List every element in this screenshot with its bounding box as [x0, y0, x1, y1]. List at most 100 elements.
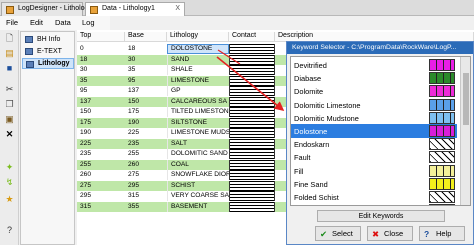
cell-base[interactable]: 225	[125, 128, 167, 138]
cell-contact[interactable]	[229, 117, 275, 128]
cell-contact[interactable]	[229, 159, 275, 170]
close-tab-icon[interactable]: X	[175, 5, 180, 12]
keyword-item[interactable]: Diabase	[291, 71, 457, 85]
cell-lithology[interactable]: COAL	[167, 159, 229, 170]
open-folder-icon[interactable]: ▤	[4, 48, 15, 59]
cell-lithology[interactable]: GP	[167, 86, 229, 96]
run-icon[interactable]: ★	[4, 194, 15, 205]
cell-top[interactable]: 295	[77, 191, 125, 201]
cell-lithology[interactable]: LIMESTONE MUDS	[167, 128, 229, 138]
cell-lithology[interactable]: SNOWFLAKE DIORI	[167, 170, 229, 180]
keyword-item[interactable]: Dolomitic Mudstone	[291, 111, 457, 125]
keyword-item[interactable]: Galena	[291, 203, 457, 205]
cell-base[interactable]: 137	[125, 86, 167, 96]
cell-top[interactable]: 30	[77, 65, 125, 75]
keyword-item[interactable]: Fill	[291, 164, 457, 178]
cell-top[interactable]: 190	[77, 128, 125, 138]
cell-lithology[interactable]: VERY COARSE SA	[167, 191, 229, 201]
keyword-item[interactable]: Fault	[291, 150, 457, 164]
cell-contact[interactable]	[229, 65, 275, 75]
cell-base[interactable]: 295	[125, 181, 167, 191]
cell-base[interactable]: 190	[125, 118, 167, 128]
keyword-list-scrollbar[interactable]	[460, 57, 470, 205]
cell-base[interactable]: 18	[125, 44, 167, 54]
cell-contact[interactable]	[229, 75, 275, 86]
help-button[interactable]: ? Help	[419, 226, 465, 241]
cell-base[interactable]: 355	[125, 202, 167, 212]
save-icon[interactable]: ■	[4, 63, 15, 74]
cell-base[interactable]: 260	[125, 160, 167, 170]
menu-file[interactable]: File	[6, 18, 18, 27]
menu-log[interactable]: Log	[82, 18, 95, 27]
cell-top[interactable]: 35	[77, 76, 125, 86]
cell-base[interactable]: 255	[125, 149, 167, 159]
edit-keywords-button[interactable]: Edit Keywords	[317, 210, 445, 222]
cell-contact[interactable]	[229, 180, 275, 191]
cell-top[interactable]: 255	[77, 160, 125, 170]
close-button[interactable]: ✖ Close	[367, 226, 413, 241]
cell-lithology[interactable]: SAND	[167, 54, 229, 65]
select-button[interactable]: ✔ Select	[315, 226, 361, 241]
keyword-item[interactable]: Folded Schist	[291, 190, 457, 204]
paste-icon[interactable]: ▣	[4, 114, 15, 125]
copy-icon[interactable]: ❐	[4, 99, 15, 110]
cell-lithology[interactable]: SHALE	[167, 65, 229, 75]
keyword-item[interactable]: Dolomitic Limestone	[291, 98, 457, 112]
sidebar-item-bh-info[interactable]: BH Info	[22, 34, 74, 45]
cell-base[interactable]: 150	[125, 97, 167, 107]
column-header-top[interactable]: Top	[77, 32, 125, 42]
cell-contact[interactable]	[229, 201, 275, 212]
cell-contact[interactable]	[229, 86, 275, 96]
tab-logdesigner[interactable]: LogDesigner - Lithology1	[1, 2, 96, 16]
scrollbar-thumb[interactable]	[463, 73, 469, 125]
cell-top[interactable]: 260	[77, 170, 125, 180]
cell-contact[interactable]	[229, 54, 275, 65]
column-header-base[interactable]: Base	[125, 32, 167, 42]
help-icon[interactable]: ?	[4, 225, 15, 236]
cell-contact[interactable]	[229, 138, 275, 149]
lightning-icon[interactable]: ↯	[4, 177, 15, 188]
cell-top[interactable]: 235	[77, 149, 125, 159]
cell-top[interactable]: 18	[77, 55, 125, 65]
keyword-list[interactable]: Devitrified Diabase Dolomite Dolomitic Lime…	[290, 56, 471, 206]
cell-top[interactable]: 150	[77, 107, 125, 117]
cell-contact[interactable]	[229, 191, 275, 201]
cell-lithology[interactable]: LIMESTONE	[167, 75, 229, 86]
cell-lithology[interactable]: SILTSTONE	[167, 117, 229, 128]
sidebar-item-lithology[interactable]: Lithology	[22, 58, 74, 69]
cell-contact[interactable]	[229, 107, 275, 117]
cut-icon[interactable]: ✂	[4, 84, 15, 95]
cell-lithology[interactable]: SCHIST	[167, 180, 229, 191]
cell-top[interactable]: 315	[77, 202, 125, 212]
cell-contact[interactable]	[229, 170, 275, 180]
menu-edit[interactable]: Edit	[30, 18, 43, 27]
cell-base[interactable]: 175	[125, 107, 167, 117]
cell-base[interactable]: 35	[125, 65, 167, 75]
keyword-item[interactable]: Devitrified	[291, 58, 457, 72]
menu-data[interactable]: Data	[55, 18, 71, 27]
sidebar-item-e-text[interactable]: E-TEXT	[22, 46, 74, 57]
keyword-item[interactable]: Fine Sand	[291, 177, 457, 191]
cell-base[interactable]: 95	[125, 76, 167, 86]
cell-top[interactable]: 275	[77, 181, 125, 191]
delete-icon[interactable]: ✕	[4, 129, 15, 140]
cell-contact[interactable]	[229, 96, 275, 107]
cell-lithology[interactable]: TILTED LIMESTON	[167, 107, 229, 117]
wizard-icon[interactable]: ✦	[4, 162, 15, 173]
new-file-icon[interactable]: 🗋	[4, 33, 15, 44]
cell-top[interactable]: 0	[77, 44, 125, 54]
keyword-item[interactable]: Dolomite	[291, 84, 457, 98]
keyword-item[interactable]: Endoskarn	[291, 137, 457, 151]
cell-base[interactable]: 30	[125, 55, 167, 65]
cell-top[interactable]: 137	[77, 97, 125, 107]
cell-top[interactable]: 95	[77, 86, 125, 96]
cell-lithology[interactable]: DOLOMITIC SAND	[167, 149, 229, 159]
cell-lithology[interactable]: CALCAREOUS SA	[167, 96, 229, 107]
cell-base[interactable]: 275	[125, 170, 167, 180]
cell-base[interactable]: 315	[125, 191, 167, 201]
keyword-item[interactable]: Dolostone	[291, 124, 457, 138]
cell-lithology[interactable]: SALT	[167, 138, 229, 149]
cell-contact[interactable]	[229, 128, 275, 138]
cell-lithology[interactable]: BASEMENT	[167, 201, 229, 212]
tab-data[interactable]: Data - Lithology1 X	[85, 2, 185, 16]
